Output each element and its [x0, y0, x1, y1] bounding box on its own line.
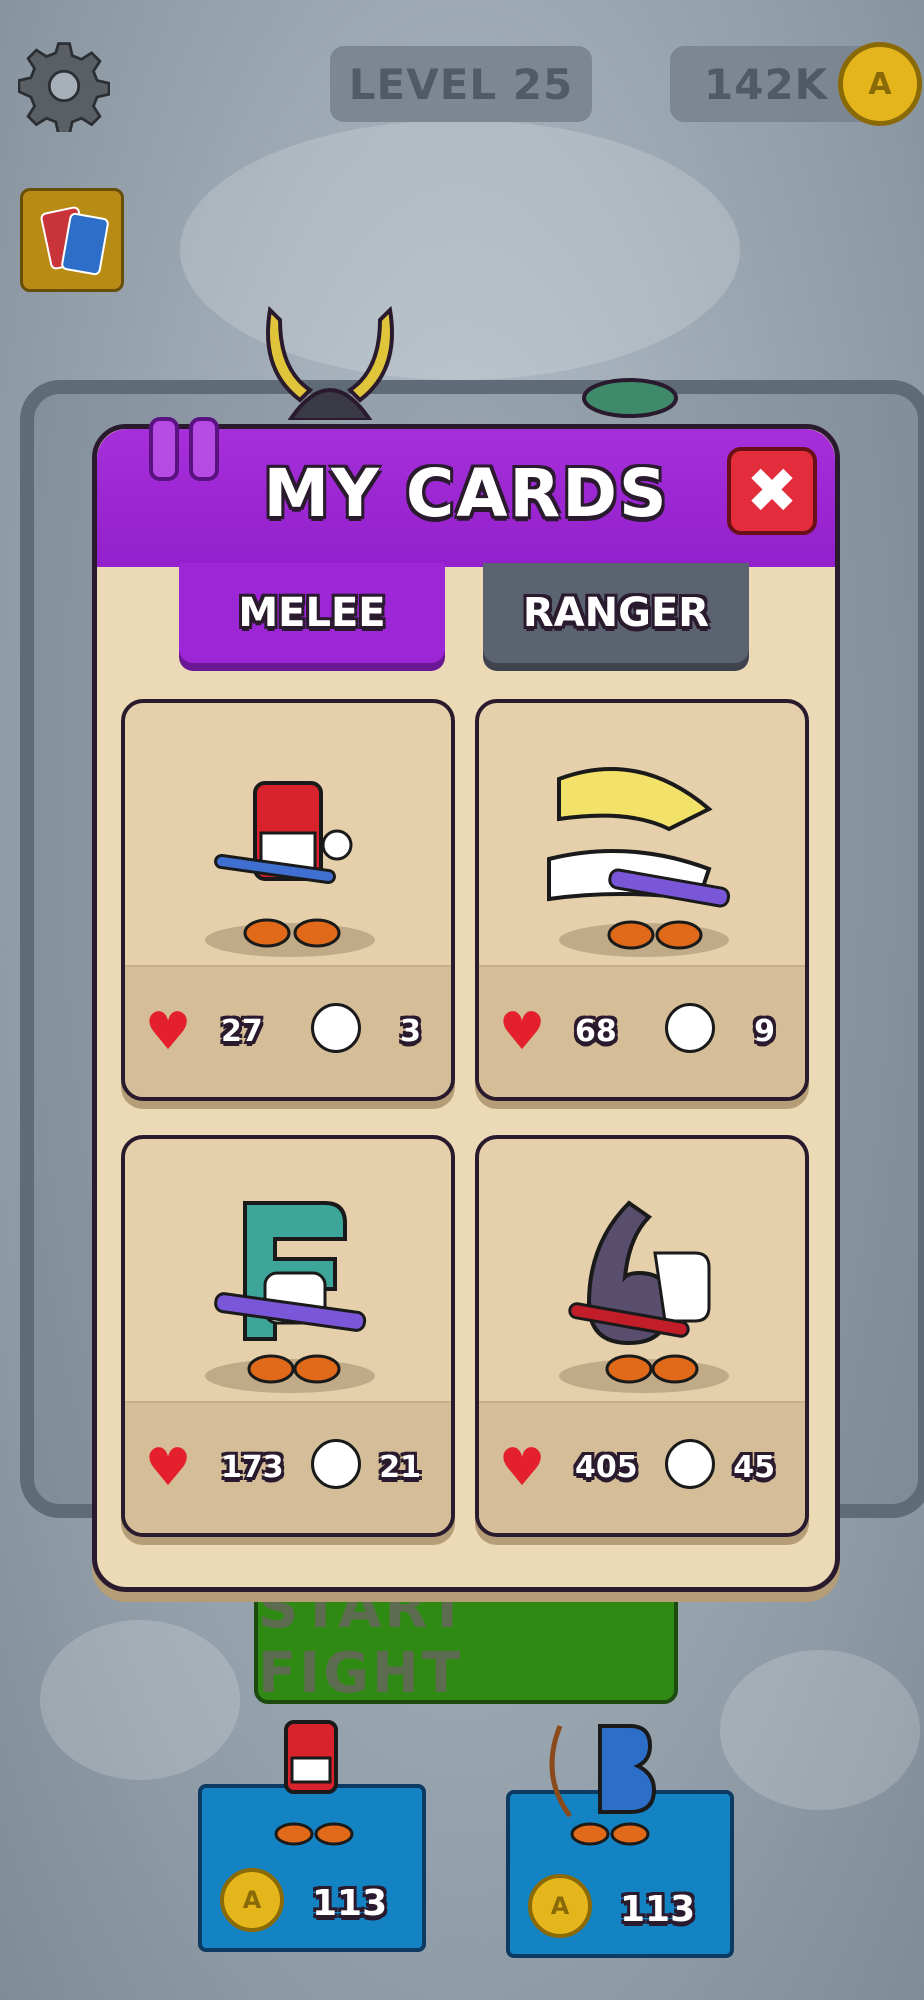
my-cards-dialog: MY CARDS ✖ MELEE RANGER ♥ 27 3 ♥ 68 9 ♥ …: [92, 417, 840, 1592]
close-icon: ✖: [746, 454, 798, 527]
snow-patch: [40, 1620, 240, 1780]
attack-value: 9: [754, 1014, 775, 1049]
character-letter-c: [214, 1201, 367, 1384]
start-fight-button[interactable]: START FIGHT: [254, 1576, 678, 1706]
character-card[interactable]: ♥ 173 21: [121, 1135, 455, 1537]
tab-melee[interactable]: MELEE: [179, 563, 445, 663]
shop-character-archer: [549, 1724, 657, 1846]
coin-symbol: A: [550, 1892, 570, 1920]
dialog-header: MY CARDS ✖: [97, 417, 835, 567]
attack-value: 3: [400, 1014, 421, 1049]
health-heart-icon: ♥: [498, 1438, 546, 1498]
character-letter-b: [547, 767, 731, 950]
health-value: 68: [575, 1014, 617, 1049]
attack-fist-icon: [665, 1439, 715, 1489]
shop-price: 113: [312, 1883, 388, 1924]
coin-symbol: A: [868, 66, 892, 102]
attack-fist-icon: [311, 1439, 361, 1489]
viking-helmet-icon: [266, 305, 394, 420]
shop-character-red: [274, 1720, 354, 1846]
tab-ranger-label: RANGER: [522, 590, 710, 636]
level-label: LEVEL 25: [348, 59, 574, 109]
health-heart-icon: ♥: [144, 1438, 192, 1498]
health-value: 405: [575, 1450, 638, 1485]
card-collection-button[interactable]: [20, 188, 124, 292]
close-button[interactable]: ✖: [727, 447, 817, 535]
health-value: 27: [221, 1014, 263, 1049]
blue-card-icon: [60, 211, 110, 277]
character-card[interactable]: ♥ 27 3: [121, 699, 455, 1101]
character-letter-a: [214, 781, 353, 948]
start-fight-label: START FIGHT: [258, 1576, 470, 1706]
shop-price: 113: [620, 1889, 696, 1930]
gold-coin-icon: A: [838, 42, 922, 126]
settings-gear-icon[interactable]: [18, 40, 110, 132]
snow-patch: [720, 1650, 920, 1810]
dialog-title: MY CARDS: [263, 455, 669, 532]
gold-coin-icon: A: [528, 1874, 592, 1938]
attack-fist-icon: [665, 1003, 715, 1053]
attack-value: 21: [379, 1450, 421, 1485]
character-card[interactable]: ♥ 405 45: [475, 1135, 809, 1537]
coin-symbol: A: [242, 1886, 262, 1914]
character-letter-d: [568, 1200, 711, 1384]
gold-coin-icon: A: [220, 1868, 284, 1932]
health-heart-icon: ♥: [498, 1002, 546, 1062]
health-value: 173: [221, 1450, 284, 1485]
coin-amount: 142K: [704, 59, 829, 109]
health-heart-icon: ♥: [144, 1002, 192, 1062]
level-indicator: LEVEL 25: [330, 46, 592, 122]
attack-fist-icon: [311, 1003, 361, 1053]
tab-melee-label: MELEE: [238, 590, 386, 636]
attack-value: 45: [733, 1450, 775, 1485]
character-card[interactable]: ♥ 68 9: [475, 699, 809, 1101]
green-hat-icon: [582, 378, 678, 418]
tab-ranger[interactable]: RANGER: [483, 563, 749, 663]
